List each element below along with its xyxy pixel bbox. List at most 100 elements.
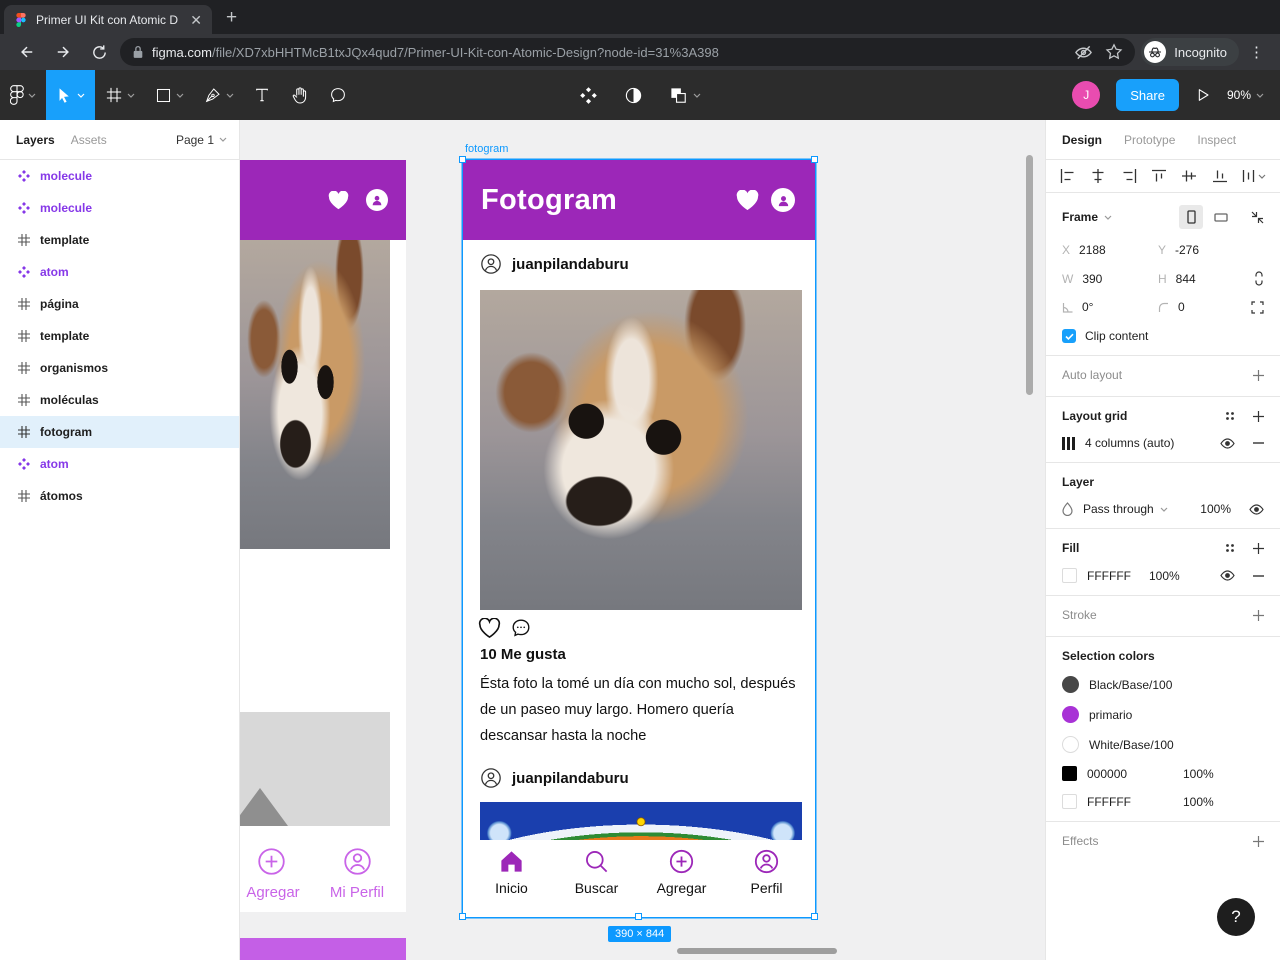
layer-item-molecule[interactable]: molecule <box>0 192 239 224</box>
mask-icon[interactable] <box>624 86 643 105</box>
color-swatch[interactable] <box>1062 736 1079 753</box>
nav-item-buscar[interactable]: Buscar <box>557 848 637 917</box>
selection-color-row[interactable]: Black/Base/100 <box>1062 676 1264 693</box>
color-swatch[interactable] <box>1062 766 1077 781</box>
selection-handle[interactable] <box>811 913 818 920</box>
frame-name-label[interactable]: fotogram <box>465 143 508 155</box>
pen-tool-button[interactable] <box>194 70 244 120</box>
side-nav-miperfil-label[interactable]: Mi Perfil <box>324 884 390 901</box>
comment-tool-button[interactable] <box>319 70 357 120</box>
selection-handle[interactable] <box>459 156 466 163</box>
align-h-center-icon[interactable] <box>1090 169 1106 183</box>
color-swatch[interactable] <box>1062 676 1079 693</box>
color-swatch[interactable] <box>1062 706 1079 723</box>
eye-off-icon[interactable] <box>1074 43 1093 62</box>
blend-mode-select[interactable]: Pass through <box>1083 502 1154 516</box>
layer-item-atom[interactable]: atom <box>0 448 239 480</box>
grid-value[interactable]: 4 columns (auto) <box>1085 436 1174 450</box>
grid-styles-icon[interactable] <box>1225 411 1235 421</box>
fill-opacity-field[interactable]: 100% <box>1149 569 1180 583</box>
nav-item-perfil[interactable]: Perfil <box>727 848 807 917</box>
eye-icon[interactable] <box>1220 570 1235 581</box>
add-icon[interactable] <box>1253 609 1264 621</box>
selection-handle[interactable] <box>811 156 818 163</box>
add-circle-icon[interactable] <box>256 846 287 877</box>
layer-item-atomos[interactable]: átomos <box>0 480 239 512</box>
horizontal-scrollbar[interactable] <box>677 948 837 954</box>
selection-handle[interactable] <box>459 913 466 920</box>
constrain-proportions-icon[interactable] <box>1254 271 1264 286</box>
canvas[interactable]: Agregar Mi Perfil fotogram Fotogram juan… <box>240 120 1045 960</box>
remove-icon[interactable] <box>1253 574 1264 577</box>
browser-menu-icon[interactable]: ⋮ <box>1245 43 1268 61</box>
reload-icon[interactable] <box>84 37 114 67</box>
boolean-groups-icon[interactable] <box>669 86 688 105</box>
add-icon[interactable] <box>1253 542 1264 554</box>
user-avatar[interactable]: J <box>1072 81 1101 109</box>
remove-icon[interactable] <box>1253 442 1264 444</box>
bookmark-star-icon[interactable] <box>1105 43 1123 61</box>
y-position-field[interactable]: -276 <box>1175 243 1199 257</box>
layer-item-template[interactable]: template <box>0 320 239 352</box>
main-menu-button[interactable] <box>0 70 46 120</box>
url-input[interactable]: figma.com/file/XD7xbHHTMcB1txJQx4qud7/Pr… <box>120 38 1136 66</box>
zoom-level-select[interactable]: 90% <box>1227 88 1264 102</box>
help-button[interactable]: ? <box>1217 898 1255 936</box>
hand-tool-button[interactable] <box>280 70 319 120</box>
text-tool-button[interactable] <box>244 70 280 120</box>
layer-item-fotogram[interactable]: fotogram <box>0 416 239 448</box>
fotogram-frame[interactable]: Fotogram juanpilandaburu 10 Me gusta Ést… <box>463 160 815 917</box>
eye-icon[interactable] <box>1249 503 1264 515</box>
profile-circle-icon[interactable] <box>342 846 373 877</box>
distribute-icon[interactable] <box>1242 169 1255 183</box>
align-right-icon[interactable] <box>1121 169 1137 183</box>
corner-radius-field[interactable]: 0 <box>1178 300 1185 314</box>
tab-layers[interactable]: Layers <box>16 133 55 147</box>
independent-corners-icon[interactable] <box>1251 300 1264 314</box>
side-nav-agregar-label[interactable]: Agregar <box>242 884 304 901</box>
frame-section-label[interactable]: Frame <box>1062 210 1098 224</box>
comment-icon[interactable] <box>510 617 532 639</box>
layer-item-organismos[interactable]: organismos <box>0 352 239 384</box>
rotation-field[interactable]: 0° <box>1082 300 1093 314</box>
tab-prototype[interactable]: Prototype <box>1124 133 1175 147</box>
portrait-orientation-button[interactable] <box>1179 205 1203 229</box>
post-username[interactable]: juanpilandaburu <box>512 770 629 787</box>
add-icon[interactable] <box>1253 369 1264 381</box>
tab-close-icon[interactable]: ✕ <box>190 13 202 27</box>
like-heart-icon[interactable] <box>478 617 501 639</box>
align-v-center-icon[interactable] <box>1181 169 1197 183</box>
align-top-icon[interactable] <box>1151 169 1167 183</box>
add-icon[interactable] <box>1253 410 1264 422</box>
present-play-icon[interactable] <box>1195 87 1211 103</box>
selection-handle[interactable] <box>635 913 642 920</box>
tab-inspect[interactable]: Inspect <box>1197 133 1236 147</box>
tab-assets[interactable]: Assets <box>71 133 107 147</box>
frame-tool-button[interactable] <box>95 70 145 120</box>
move-tool-button[interactable] <box>46 70 95 120</box>
layer-opacity-field[interactable]: 100% <box>1200 502 1231 516</box>
fill-color-swatch[interactable] <box>1062 568 1077 583</box>
color-swatch[interactable] <box>1062 794 1077 809</box>
height-field[interactable]: 844 <box>1176 272 1196 286</box>
layer-item-moleculas[interactable]: moléculas <box>0 384 239 416</box>
browser-tab[interactable]: Primer UI Kit con Atomic D ✕ <box>4 5 212 34</box>
x-position-field[interactable]: 2188 <box>1079 243 1106 257</box>
forward-icon[interactable] <box>48 37 78 67</box>
selection-color-row[interactable]: primario <box>1062 706 1264 723</box>
side-frame[interactable]: Agregar Mi Perfil <box>240 160 406 912</box>
shape-tool-button[interactable] <box>145 70 194 120</box>
back-icon[interactable] <box>12 37 42 67</box>
clip-content-checkbox[interactable] <box>1062 329 1076 343</box>
align-left-icon[interactable] <box>1060 169 1076 183</box>
nav-item-inicio[interactable]: Inicio <box>472 848 552 917</box>
landscape-orientation-button[interactable] <box>1209 205 1233 229</box>
width-field[interactable]: 390 <box>1082 272 1102 286</box>
new-tab-button[interactable]: + <box>226 7 237 29</box>
fill-styles-icon[interactable] <box>1225 543 1235 553</box>
page-selector[interactable]: Page 1 <box>176 133 227 147</box>
tab-design[interactable]: Design <box>1062 133 1102 147</box>
share-button[interactable]: Share <box>1116 79 1179 111</box>
selection-color-row[interactable]: 000000 100% <box>1062 766 1264 781</box>
post-username[interactable]: juanpilandaburu <box>512 256 629 273</box>
